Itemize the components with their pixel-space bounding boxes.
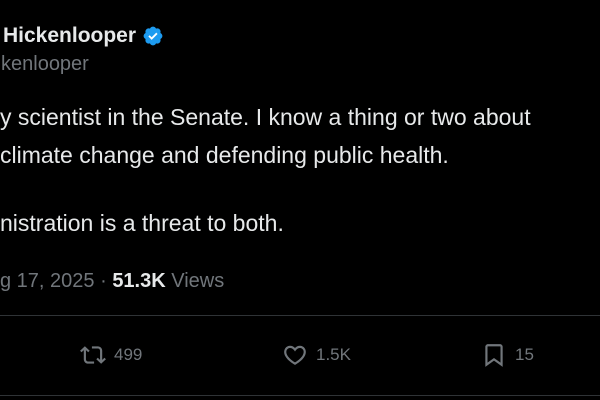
tweet-text-line-2: climate change and defending public heal… bbox=[0, 142, 449, 168]
retweet-button[interactable]: 499 bbox=[80, 342, 142, 368]
like-count: 1.5K bbox=[316, 345, 351, 364]
views-count[interactable]: 51.3K bbox=[112, 270, 165, 292]
divider-bottom bbox=[0, 395, 600, 396]
retweet-count: 499 bbox=[114, 345, 143, 364]
tweet-date[interactable]: g 17, 2025 bbox=[0, 270, 95, 292]
tweet-card: Hickenlooper kenlooper y scientist in th… bbox=[0, 0, 600, 400]
divider-top bbox=[0, 315, 600, 316]
tweet-meta: g 17, 2025 · 51.3K Views bbox=[0, 270, 224, 293]
bookmark-button[interactable]: 15 bbox=[481, 342, 534, 368]
bookmark-count: 15 bbox=[515, 345, 534, 364]
meta-separator: · bbox=[94, 270, 113, 292]
like-button[interactable]: 1.5K bbox=[282, 342, 351, 368]
author-display-name[interactable]: Hickenlooper bbox=[3, 24, 164, 48]
views-label: Views bbox=[165, 270, 225, 292]
bookmark-icon bbox=[485, 344, 503, 367]
author-handle[interactable]: kenlooper bbox=[1, 53, 89, 76]
heart-icon bbox=[284, 345, 306, 365]
verified-badge-icon bbox=[143, 26, 163, 46]
tweet-text-line-3: nistration is a threat to both. bbox=[0, 210, 284, 236]
author-name-text: Hickenlooper bbox=[3, 24, 137, 47]
retweet-icon bbox=[80, 346, 106, 364]
tweet-text-line-1: y scientist in the Senate. I know a thin… bbox=[0, 104, 531, 130]
